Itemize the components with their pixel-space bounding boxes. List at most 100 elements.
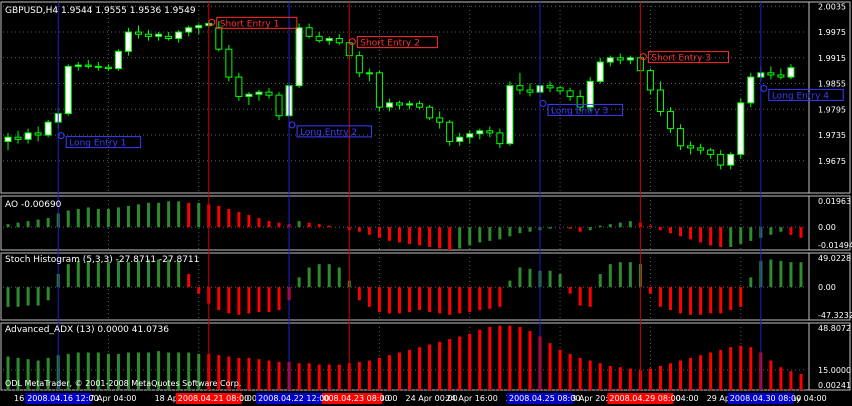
candle (646, 70, 654, 91)
candle (566, 90, 574, 97)
candle (235, 76, 243, 97)
indicator-tick-label: 0.00241 (818, 381, 851, 390)
signal-marker-icon (288, 121, 296, 129)
candle (295, 27, 303, 87)
indicator-panels (6, 201, 803, 390)
candle (767, 72, 775, 76)
indicator-tick-label: -47.3232 (818, 311, 852, 320)
candle (787, 67, 795, 78)
candle (656, 89, 664, 112)
time-axis: 16 Apr 200817 Apr 04:0018 Apr 04:0018 Ap… (14, 393, 827, 404)
candle (677, 128, 685, 147)
ao-panel-title: AO -0.00690 (5, 200, 62, 210)
indicator-tick-label: 49.0228 (818, 254, 851, 263)
signal-label-long: Long Entry 3 (551, 106, 608, 116)
candle (34, 132, 42, 136)
candle (215, 27, 223, 50)
signal-label-short: Short Entry 3 (651, 54, 711, 64)
candle (606, 57, 614, 63)
candle (526, 89, 534, 93)
indicator-tick-label: 48.8072 (818, 324, 851, 333)
candle (406, 103, 414, 106)
date-highlight-label: 2008.04.25 08:00 (509, 394, 580, 403)
candle (747, 76, 755, 104)
candle (124, 31, 132, 52)
candle (446, 121, 454, 142)
price-tick-label: 2.0035 (818, 2, 846, 11)
candle (275, 94, 283, 117)
candle (175, 31, 183, 39)
signal-marker-icon (539, 99, 547, 107)
candle (14, 136, 22, 140)
candle (255, 91, 263, 95)
date-highlight-label: 2008.04.29 08:00 (609, 394, 680, 403)
candle (245, 93, 253, 97)
candle (145, 33, 153, 37)
candle (395, 102, 403, 106)
candle (486, 130, 494, 134)
candle (84, 64, 92, 67)
candle (546, 85, 554, 89)
candle (265, 91, 273, 96)
signal-marker-icon (760, 84, 768, 92)
candle (616, 57, 624, 61)
candle (44, 121, 52, 136)
candle (94, 65, 102, 68)
candle (516, 85, 524, 91)
candle (426, 106, 434, 119)
signal-label-short: Short Entry 2 (360, 39, 420, 49)
candle (365, 72, 373, 75)
candle (64, 65, 72, 115)
candle (496, 132, 504, 145)
candle (74, 64, 82, 67)
price-panel-title: GBPUSD,H4 1.9544 1.9555 1.9536 1.9549 (5, 6, 196, 16)
candle (737, 102, 745, 155)
candle (727, 153, 735, 166)
candle (375, 72, 383, 108)
copyright-text: ODL MetaTrader, © 2001-2008 MetaQuotes S… (5, 379, 241, 388)
indicator-tick-label: 0.00 (818, 223, 836, 232)
candle (777, 74, 785, 78)
candle (305, 27, 313, 37)
candle (436, 117, 444, 123)
candle (416, 103, 424, 108)
candle (325, 37, 333, 42)
date-highlight-label: 2008.04.30 08:00 (730, 394, 801, 403)
candle (134, 31, 143, 35)
candle (596, 61, 604, 82)
candle (556, 87, 564, 92)
signal-label-long: Long Entry 4 (772, 91, 829, 101)
candle (506, 85, 514, 145)
candle (104, 66, 112, 70)
candle (456, 136, 464, 142)
trading-chart[interactable]: Short Entry 1 Short Entry 2 Short Entry 3 L… (0, 0, 852, 406)
price-tick-label: 1.9975 (818, 28, 846, 37)
price-tick-label: 1.9735 (818, 131, 846, 140)
candle (225, 48, 233, 78)
indicator-tick-label: 0.01963 (818, 197, 851, 206)
candle (687, 145, 695, 149)
signal-label-long: Long Entry 1 (69, 139, 126, 149)
date-highlight-label: 2008.04.16 12:00 (27, 394, 98, 403)
date-highlight-label: 2008.04.21 08:00 (178, 394, 249, 403)
indicator-tick-label: -0.01494 (818, 241, 852, 250)
candle (185, 27, 193, 33)
date-highlight-label: 2008.04.22 12:00 (258, 394, 329, 403)
signal-label-long: Long Entry 2 (300, 128, 357, 138)
candle (315, 35, 323, 42)
candle (385, 102, 393, 108)
stoch-panel-title: Stoch Histogram (5,3,3) -27.8711 -27.871… (5, 255, 199, 265)
signal-marker-icon (57, 132, 65, 140)
price-tick-label: 1.9795 (818, 105, 846, 114)
candle (165, 35, 173, 39)
candle (195, 25, 203, 29)
candle (24, 132, 32, 140)
price-tick-label: 1.9915 (818, 54, 846, 63)
candle (707, 149, 715, 155)
price-axis: 2.0035 1.9975 1.9915 1.9855 1.9795 1.9735 1.96… (818, 2, 852, 390)
candle (335, 37, 343, 44)
candle (355, 55, 363, 74)
price-tick-label: 1.9855 (818, 80, 846, 89)
indicator-tick-label: 15.0000 (818, 366, 851, 375)
candle (155, 33, 163, 37)
